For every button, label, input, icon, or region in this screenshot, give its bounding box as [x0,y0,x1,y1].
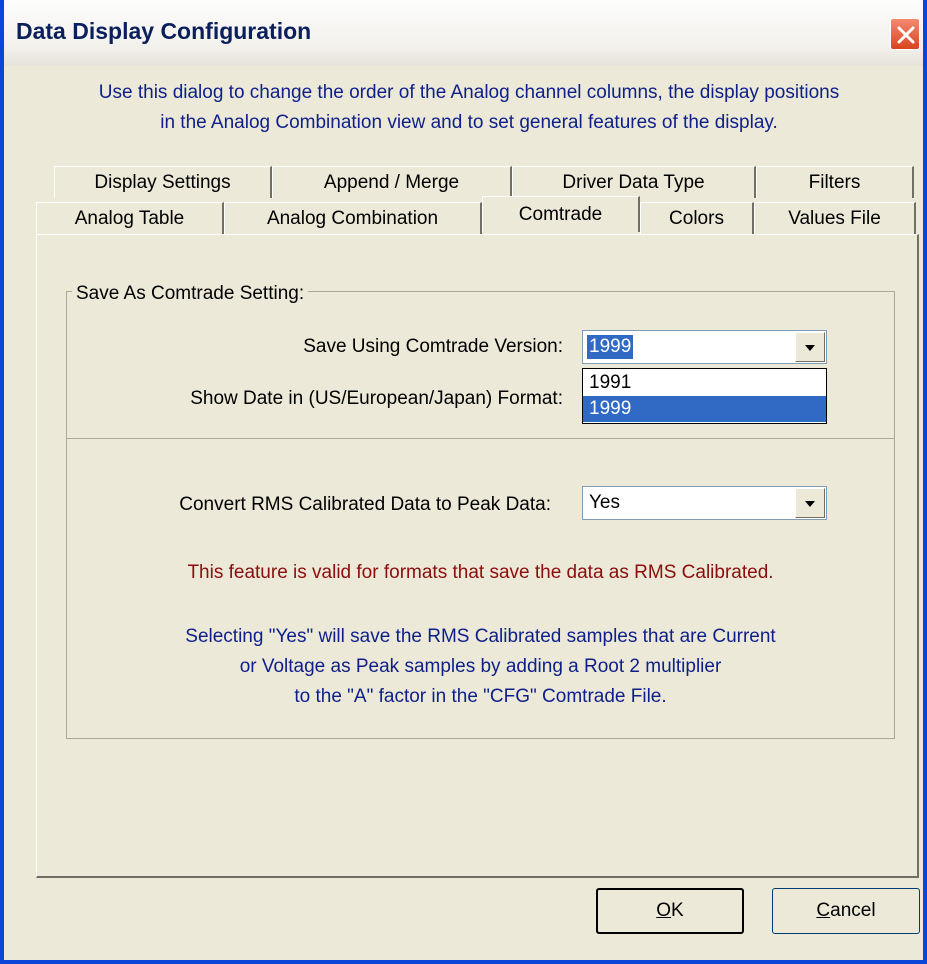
ok-label-rest: K [671,900,684,921]
note-line-2: or Voltage as Peak samples by adding a R… [239,656,722,677]
version-option-1991[interactable]: 1991 [583,370,826,396]
tab-filters[interactable]: Filters [756,166,914,198]
tab-append-merge[interactable]: Append / Merge [272,166,512,198]
tab-label: Driver Data Type [562,171,705,193]
group-divider [66,438,895,439]
tab-label: Analog Table [74,207,185,229]
tab-display-settings[interactable]: Display Settings [54,166,272,198]
close-x-icon [897,26,915,44]
chevron-down-icon [805,501,815,507]
version-selected-value: 1999 [587,335,634,359]
dialog-window: Data Display Configuration Use this dial… [0,0,927,964]
version-label: Save Using Comtrade Version: [303,336,563,357]
note-line-1: Selecting "Yes" will save the RMS Calibr… [185,626,776,647]
tab-colors[interactable]: Colors [640,202,754,234]
cancel-mnemonic: C [816,900,831,921]
tab-analog-table[interactable]: Analog Table [36,202,224,234]
convert-select[interactable]: Yes [582,486,827,520]
group-title: Save As Comtrade Setting: [72,283,309,305]
cancel-button[interactable]: Cancel [772,888,920,934]
tab-driver-data-type[interactable]: Driver Data Type [512,166,756,198]
close-button[interactable] [890,18,920,50]
ok-mnemonic: O [656,900,672,921]
ok-button[interactable]: OK [596,888,744,934]
rms-validity-note: This feature is valid for formats that s… [187,562,774,583]
tab-analog-combination[interactable]: Analog Combination [224,202,482,234]
tab-label: Comtrade [518,203,603,225]
tab-label: Analog Combination [266,207,439,229]
cancel-button-label: Cancel [816,900,875,922]
chevron-down-icon [805,345,815,351]
rms-explanation-note: Selecting "Yes" will save the RMS Calibr… [66,622,895,712]
note-line-3: to the "A" factor in the "CFG" Comtrade … [294,686,667,707]
version-dropdown-list: 1991 1999 [582,368,827,424]
tab-label: Display Settings [94,171,231,193]
version-dropdown-button[interactable] [795,332,825,362]
ok-button-label: OK [656,900,683,922]
date-format-label: Show Date in (US/European/Japan) Format: [190,388,563,409]
tab-label: Append / Merge [323,171,460,193]
convert-dropdown-button[interactable] [795,488,825,518]
version-option-1999[interactable]: 1999 [583,396,826,422]
convert-selected-value: Yes [589,492,620,513]
dialog-title: Data Display Configuration [16,18,312,44]
tab-comtrade[interactable]: Comtrade [482,196,640,232]
tab-label: Colors [669,207,724,229]
title-bar[interactable]: Data Display Configuration [4,0,923,66]
convert-label: Convert RMS Calibrated Data to Peak Data… [179,494,551,515]
cancel-label-rest: ancel [830,900,876,921]
intro-text: Use this dialog to change the order of t… [24,78,914,138]
version-select[interactable]: 1999 [582,330,827,364]
tab-label: Values File [788,207,881,229]
tab-label: Filters [808,171,861,193]
intro-line-2: in the Analog Combination view and to se… [160,112,778,133]
intro-line-1: Use this dialog to change the order of t… [98,82,840,103]
tab-values-file[interactable]: Values File [754,202,916,234]
